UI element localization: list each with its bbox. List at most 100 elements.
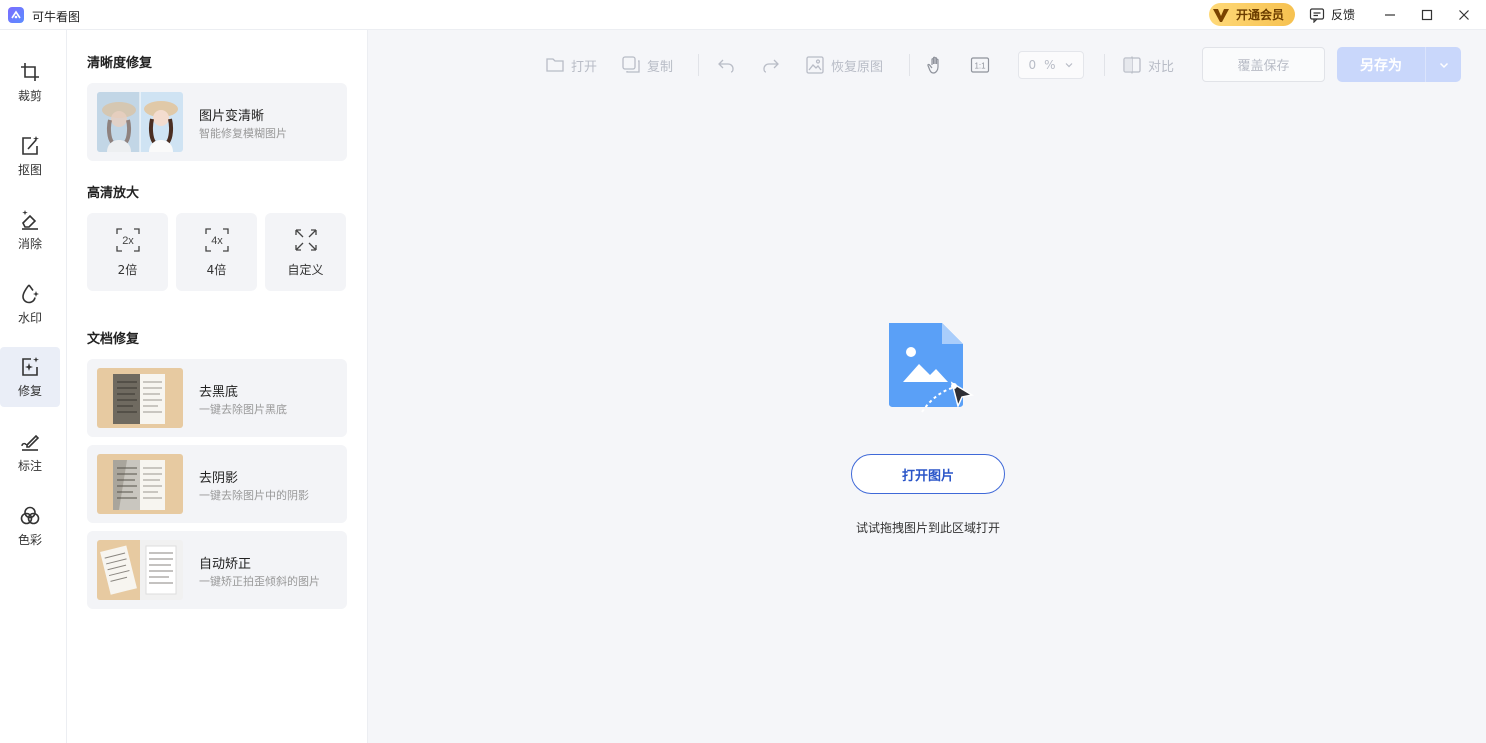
open-image-label: 打开图片 [901,468,954,484]
remove-black-bg-card[interactable]: 去黑底 一键去除图片黑底 [87,359,347,437]
nav-item-annotate[interactable]: 标注 [0,422,60,482]
close-icon [1459,10,1469,20]
title-bar: 可牛看图 开通会员 反馈 [0,0,1486,30]
drop-image-illustration [886,320,976,415]
watermark-icon [22,283,39,303]
ratio-1-1-icon: 1:1 [970,57,990,73]
pan-tool-button[interactable] [926,55,946,75]
svg-text:2x: 2x [122,235,134,247]
vip-button[interactable]: 开通会员 [1209,3,1295,26]
crop-icon [21,62,39,81]
upscale-custom-label: 自定义 [287,262,324,277]
auto-correct-subtitle: 一键矫正拍歪倾斜的图片 [199,575,320,588]
image-file-icon [889,323,975,413]
nav-label: 水印 [17,310,42,325]
feedback-button[interactable]: 反馈 [1309,6,1355,23]
vip-v-icon [1212,6,1230,24]
feedback-label: 反馈 [1331,8,1356,22]
clarity-card-subtitle: 智能修复模糊图片 [199,127,287,140]
zoom-select[interactable]: 0 % [1018,51,1084,79]
upscale-custom-button[interactable]: 自定义 [265,213,346,291]
nav-item-watermark[interactable]: 水印 [0,274,60,334]
color-icon [20,506,40,524]
remove-black-bg-title: 去黑底 [199,385,239,400]
overwrite-save-label: 覆盖保存 [1237,59,1290,74]
drop-hint-text: 试试拖拽图片到此区域打开 [855,521,1000,535]
cutout-icon [22,135,39,155]
zoom-value: 0 [1028,58,1037,72]
folder-icon [546,58,564,72]
toolbar-divider [909,54,910,76]
canvas-area[interactable]: 打开 复制 恢复原图 1:1 0 % 对比 覆盖保存 另存为 打开图片 试试拖拽… [368,30,1486,743]
nav-item-color[interactable]: 色彩 [0,496,60,556]
auto-correct-title: 自动矫正 [199,557,252,572]
hand-icon [927,56,939,74]
chevron-down-icon [1065,63,1072,68]
auto-correct-thumbnail [97,540,183,600]
undo-icon [718,59,734,73]
remove-shadow-title: 去阴影 [199,471,239,486]
compare-button[interactable]: 对比 [1122,55,1174,75]
upscale-2x-icon: 2x [115,227,140,252]
minimize-icon [1385,14,1395,16]
feedback-icon [1309,7,1325,23]
clarity-thumbnail [97,92,183,152]
remove-shadow-thumbnail [97,454,183,514]
copy-tool-label: 复制 [647,59,674,75]
nav-label: 修复 [17,383,42,398]
save-as-label: 另存为 [1360,57,1402,74]
upscale-4x-icon: 4x [204,227,229,252]
maximize-icon [1421,9,1433,21]
nav-item-repair[interactable]: 修复 [0,347,60,407]
nav-item-cutout[interactable]: 抠图 [0,126,60,186]
app-title: 可牛看图 [32,10,81,24]
repair-icon [22,356,39,376]
remove-black-bg-subtitle: 一键去除图片黑底 [199,403,287,416]
remove-shadow-subtitle: 一键去除图片中的阴影 [199,489,309,502]
clarity-enhance-card[interactable]: 图片变清晰 智能修复模糊图片 [87,83,347,161]
eraser-icon [22,209,38,230]
save-as-dropdown[interactable] [1426,47,1461,82]
section-title-clarity: 清晰度修复 [87,56,153,71]
copy-icon [622,56,640,73]
auto-correct-card[interactable]: 自动矫正 一键矫正拍歪倾斜的图片 [87,531,347,609]
redo-button[interactable] [761,55,781,75]
compare-icon [1123,56,1141,74]
svg-text:1:1: 1:1 [974,62,986,71]
open-image-button[interactable]: 打开图片 [851,454,1005,494]
toolbar-divider [698,54,699,76]
upscale-2x-button[interactable]: 2x 2倍 [87,213,168,291]
copy-tool-button[interactable]: 复制 [621,55,673,75]
nav-label: 裁剪 [17,88,42,103]
save-as-button[interactable]: 另存为 [1337,47,1461,82]
annotate-icon [21,434,40,451]
restore-original-label: 恢复原图 [831,59,884,75]
remove-black-bg-thumbnail [97,368,183,428]
section-title-upscale: 高清放大 [87,186,140,201]
redo-icon [763,59,779,73]
overwrite-save-button[interactable]: 覆盖保存 [1202,47,1325,82]
compare-label: 对比 [1148,59,1175,75]
feature-panel: 清晰度修复 图片变清晰 智能修复模糊图片 高清放大 2x 2倍 4x 4倍 自定… [67,30,368,743]
zoom-unit: % [1044,58,1056,72]
nav-label: 消除 [17,236,42,251]
open-tool-button[interactable]: 打开 [545,55,597,75]
toolbar-divider [1104,54,1105,76]
upscale-4x-button[interactable]: 4x 4倍 [176,213,257,291]
nav-label: 标注 [17,458,42,473]
chevron-down-icon [1439,62,1448,68]
minimize-button[interactable] [1372,0,1408,30]
restore-original-button[interactable]: 恢复原图 [805,55,883,75]
remove-shadow-card[interactable]: 去阴影 一键去除图片中的阴影 [87,445,347,523]
svg-text:4x: 4x [211,235,223,247]
close-button[interactable] [1446,0,1482,30]
clarity-card-title: 图片变清晰 [199,109,265,124]
maximize-button[interactable] [1409,0,1445,30]
actual-size-button[interactable]: 1:1 [970,55,990,75]
nav-item-erase[interactable]: 消除 [0,200,60,260]
open-tool-label: 打开 [571,59,598,75]
nav-item-crop[interactable]: 裁剪 [0,52,60,112]
undo-button[interactable] [716,55,736,75]
expand-icon [294,228,317,251]
upscale-4x-label: 4倍 [206,262,227,277]
